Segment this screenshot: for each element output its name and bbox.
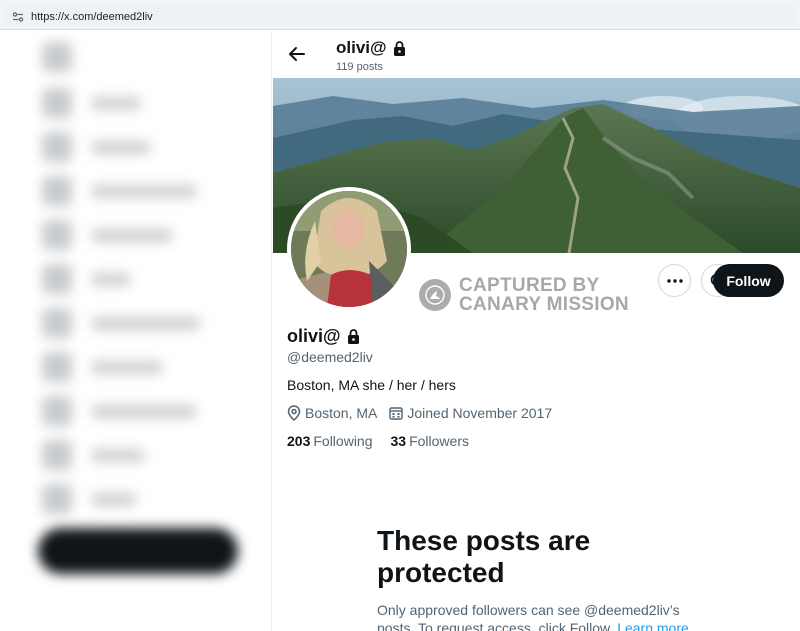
more-icon [666, 278, 683, 283]
post-button[interactable] [38, 528, 238, 574]
sidebar-item-explore[interactable] [42, 132, 262, 162]
browser-address-bar: https://x.com/deemed2liv [0, 0, 800, 30]
sidebar-nav [0, 30, 272, 631]
sidebar-item-premium[interactable] [42, 352, 262, 382]
sidebar-item-verified-orgs[interactable] [42, 396, 262, 426]
calendar-icon [389, 407, 404, 420]
followers-count: 33 [390, 433, 407, 449]
sidebar-item-messages[interactable] [42, 220, 262, 250]
learn-more-link[interactable]: Learn more [617, 620, 689, 631]
sidebar-item-communities[interactable] [42, 308, 262, 338]
protected-notice: These posts are protected Only approved … [377, 525, 697, 631]
avatar[interactable] [287, 187, 411, 311]
avatar-image [291, 191, 407, 307]
profile-meta: Boston, MA Joined November 2017 [287, 405, 552, 421]
profile-handle: @deemed2liv [287, 349, 373, 365]
profile-bio: Boston, MA she / her / hers [287, 377, 456, 393]
url-field[interactable]: https://x.com/deemed2liv [3, 3, 797, 26]
header-title: olivi@ [336, 38, 406, 58]
back-arrow-icon[interactable] [287, 44, 307, 64]
url-text[interactable]: https://x.com/deemed2liv [31, 11, 153, 23]
sidebar-item-more[interactable] [42, 484, 262, 514]
following-label: Following [313, 433, 373, 449]
joined-text: Joined November 2017 [407, 405, 553, 421]
location-text: Boston, MA [305, 405, 378, 421]
joined-date: Joined November 2017 [389, 405, 552, 421]
more-button[interactable] [658, 264, 691, 297]
sidebar-item-notifications[interactable] [42, 176, 262, 206]
profile-name: olivi@ [287, 326, 360, 347]
location: Boston, MA [287, 405, 377, 421]
following-count: 203 [287, 433, 311, 449]
following-link[interactable]: 203 Following [287, 433, 373, 449]
posts-count: 119 posts [336, 61, 383, 73]
site-settings-icon[interactable] [12, 11, 24, 23]
lock-icon [393, 40, 405, 56]
profile-main: olivi@ 119 posts CAPTURED BY CANARY MISS… [273, 30, 800, 631]
sidebar-item-profile[interactable] [42, 440, 262, 470]
header-name: olivi@ [336, 38, 387, 57]
sidebar-item-grok[interactable] [42, 264, 262, 294]
followers-link[interactable]: 33 Followers [391, 433, 469, 449]
followers-label: Followers [409, 433, 469, 449]
sidebar-logo[interactable] [42, 42, 262, 72]
lock-icon [347, 329, 359, 344]
canary-logo-icon [419, 279, 451, 311]
profile-header-bar: olivi@ 119 posts [273, 30, 800, 78]
location-pin-icon [287, 405, 301, 421]
protected-body: Only approved followers can see @deemed2… [377, 601, 697, 631]
follow-button[interactable]: Follow [713, 264, 784, 297]
profile-display-name: olivi@ [287, 326, 341, 346]
profile-stats: 203 Following 33 Followers [287, 433, 469, 449]
profile-actions: Follow [570, 264, 800, 300]
protected-heading: These posts are protected [377, 525, 591, 588]
sidebar-item-home[interactable] [42, 88, 262, 118]
